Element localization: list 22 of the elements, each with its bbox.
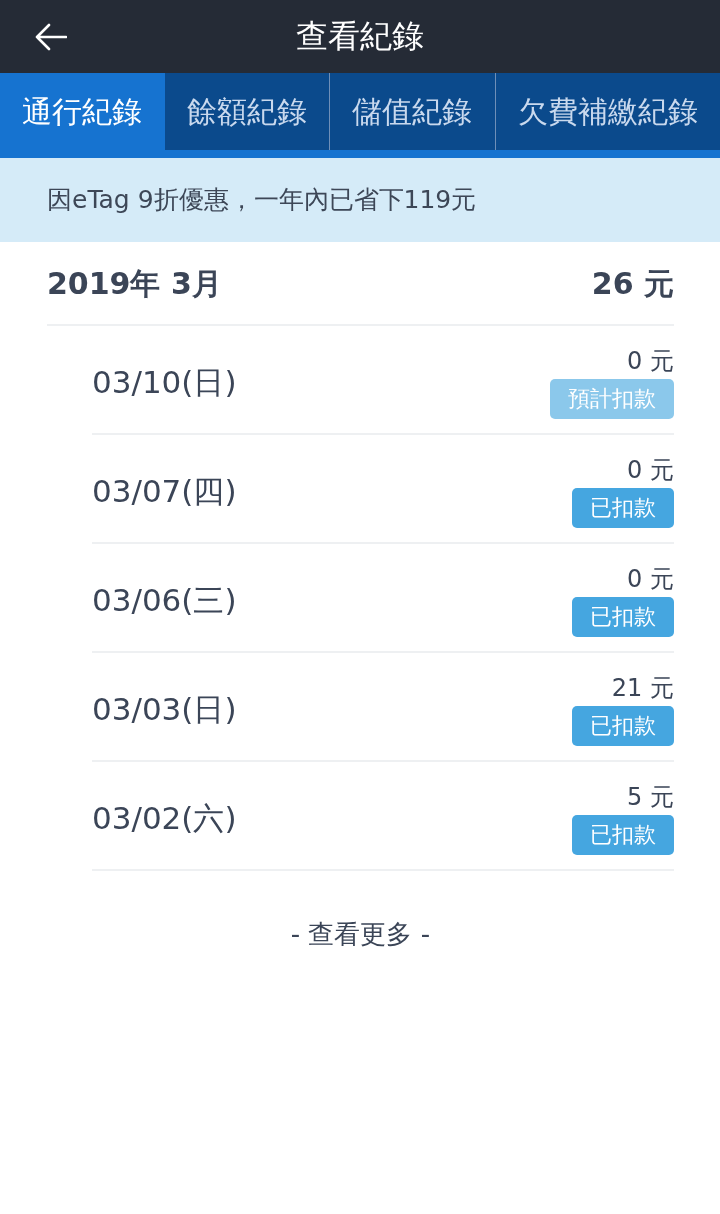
status-tag: 預計扣款	[550, 378, 674, 419]
status-tag: 已扣款	[572, 705, 674, 746]
record-amount: 0 元	[627, 455, 674, 484]
record-amount: 5 元	[627, 782, 674, 811]
record-date: 03/10(日)	[92, 363, 237, 403]
record-amount: 21 元	[611, 673, 674, 702]
record-amount: 0 元	[627, 346, 674, 375]
record-date: 03/06(三)	[92, 581, 237, 621]
page-title: 查看紀錄	[296, 17, 424, 56]
back-arrow-icon	[35, 22, 67, 51]
status-tag: 已扣款	[572, 814, 674, 855]
view-more-link[interactable]: - 查看更多 -	[290, 915, 431, 954]
tab[interactable]: 通行紀錄	[0, 73, 165, 150]
record-date: 03/03(日)	[92, 690, 237, 730]
status-tag: 已扣款	[572, 596, 674, 637]
status-tag: 已扣款	[572, 487, 674, 528]
record-date: 03/07(四)	[92, 472, 237, 512]
record-date: 03/02(六)	[92, 799, 237, 839]
month-label: 2019年 3月	[47, 264, 222, 303]
notice-banner: 因eTag 9折優惠，一年內已省下119元	[0, 158, 720, 242]
month-total: 26 元	[591, 264, 674, 303]
record-amount: 0 元	[627, 564, 674, 593]
